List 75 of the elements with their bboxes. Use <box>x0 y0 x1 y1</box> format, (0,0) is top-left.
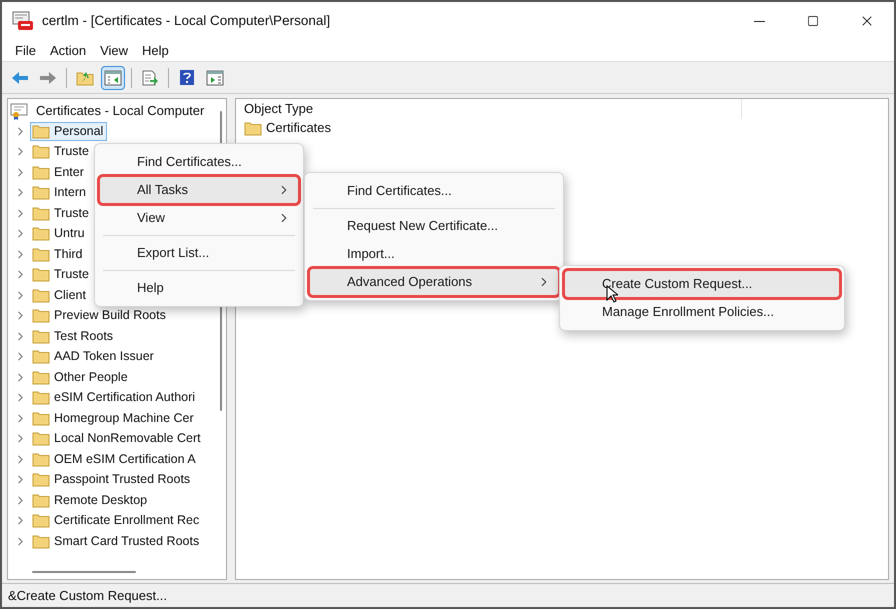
tree-item[interactable]: Enter <box>30 162 88 182</box>
folder-icon <box>32 534 50 549</box>
folder-icon <box>32 308 50 324</box>
folder-icon <box>32 124 50 139</box>
folder-icon <box>32 431 50 446</box>
tree-item[interactable]: Preview Build Roots <box>30 306 170 326</box>
menu-item[interactable]: Find Certificates... <box>99 148 299 176</box>
tree-item[interactable]: Certificate Enrollment Rec <box>30 511 204 530</box>
tree-item[interactable]: Smart Card Trusted Roots <box>30 532 204 551</box>
forward-arrow-icon <box>39 70 57 84</box>
tree-item[interactable]: Intern <box>30 183 90 202</box>
menu-item[interactable]: Find Certificates... <box>309 177 559 205</box>
folder-icon <box>32 267 50 282</box>
tree-item[interactable]: eSIM Certification Authori <box>30 388 200 408</box>
menu-bar-item[interactable]: Help <box>135 40 176 60</box>
tree-item[interactable]: Truste <box>30 265 93 284</box>
folder-icon <box>32 390 50 406</box>
status-text: &Create Custom Request... <box>8 586 167 605</box>
menu-item[interactable]: Help <box>99 274 299 302</box>
folder-icon <box>32 246 50 262</box>
folder-icon <box>244 120 262 136</box>
folder-icon <box>32 328 50 344</box>
certificate-icon <box>10 102 30 120</box>
folder-icon <box>32 410 50 426</box>
minimize-icon <box>754 20 764 22</box>
menu-item[interactable]: Request New Certificate... <box>309 212 559 240</box>
list-item[interactable]: Certificates <box>266 118 332 138</box>
folder-icon <box>32 370 50 385</box>
folder-icon <box>32 288 50 303</box>
folder-icon <box>32 185 50 200</box>
tree-item[interactable]: Test Roots <box>30 326 118 346</box>
folder-icon <box>32 472 50 488</box>
menu-bar-item[interactable]: Action <box>42 40 94 60</box>
app-icon <box>12 11 34 31</box>
menu-item[interactable]: Import... <box>309 240 559 268</box>
folder-icon <box>32 492 50 508</box>
toolbar-button[interactable] <box>101 66 125 90</box>
tree-item[interactable]: Truste <box>30 142 93 162</box>
pane-icon <box>104 70 122 86</box>
folder-icon <box>32 513 50 528</box>
tree-item[interactable]: Homegroup Machine Cer <box>30 408 198 428</box>
tree-item[interactable]: OEM eSIM Certification A <box>30 450 200 469</box>
folder-icon <box>32 164 50 180</box>
tree-item[interactable]: Local NonRemovable Cert <box>30 429 205 448</box>
tree-item[interactable]: Untru <box>30 224 89 244</box>
folder-icon <box>32 349 50 364</box>
column-header[interactable]: Object Type <box>236 99 742 119</box>
back-arrow-icon <box>11 70 29 84</box>
window-title: certlm - [Certificates - Local Computer\Personal] <box>42 12 332 30</box>
tree-item[interactable]: Remote Desktop <box>30 490 152 510</box>
help-icon <box>179 69 195 86</box>
tree-item[interactable]: Personal <box>30 122 108 141</box>
maximize-icon <box>807 15 819 27</box>
tree-item[interactable]: Truste <box>30 204 93 223</box>
export-list-icon <box>141 70 159 86</box>
folder-icon <box>32 144 50 160</box>
tree-item[interactable]: AAD Token Issuer <box>30 347 158 366</box>
tree-item[interactable]: Passpoint Trusted Roots <box>30 470 194 490</box>
menu-bar-item[interactable]: View <box>93 40 136 60</box>
tree-item[interactable]: Client <box>30 286 90 305</box>
menu-item[interactable]: Advanced Operations <box>309 268 559 296</box>
menu-bar-item[interactable]: File <box>8 40 43 60</box>
menu-item[interactable]: Create Custom Request... <box>564 270 840 298</box>
folder-icon <box>32 452 50 467</box>
pane-icon <box>206 70 224 86</box>
tree-item[interactable]: Other People <box>30 368 132 387</box>
menu-item[interactable]: Manage Enrollment Policies... <box>564 298 840 326</box>
menu-item[interactable]: All Tasks <box>99 176 299 204</box>
folder-icon <box>32 206 50 221</box>
folder-up-icon <box>76 70 94 86</box>
folder-icon <box>32 226 50 242</box>
tree-root[interactable]: Certificates - Local Computer <box>36 101 204 121</box>
tree-item[interactable]: Third <box>30 244 86 264</box>
menu-item[interactable]: View <box>99 204 299 232</box>
menu-item[interactable]: Export List... <box>99 239 299 267</box>
